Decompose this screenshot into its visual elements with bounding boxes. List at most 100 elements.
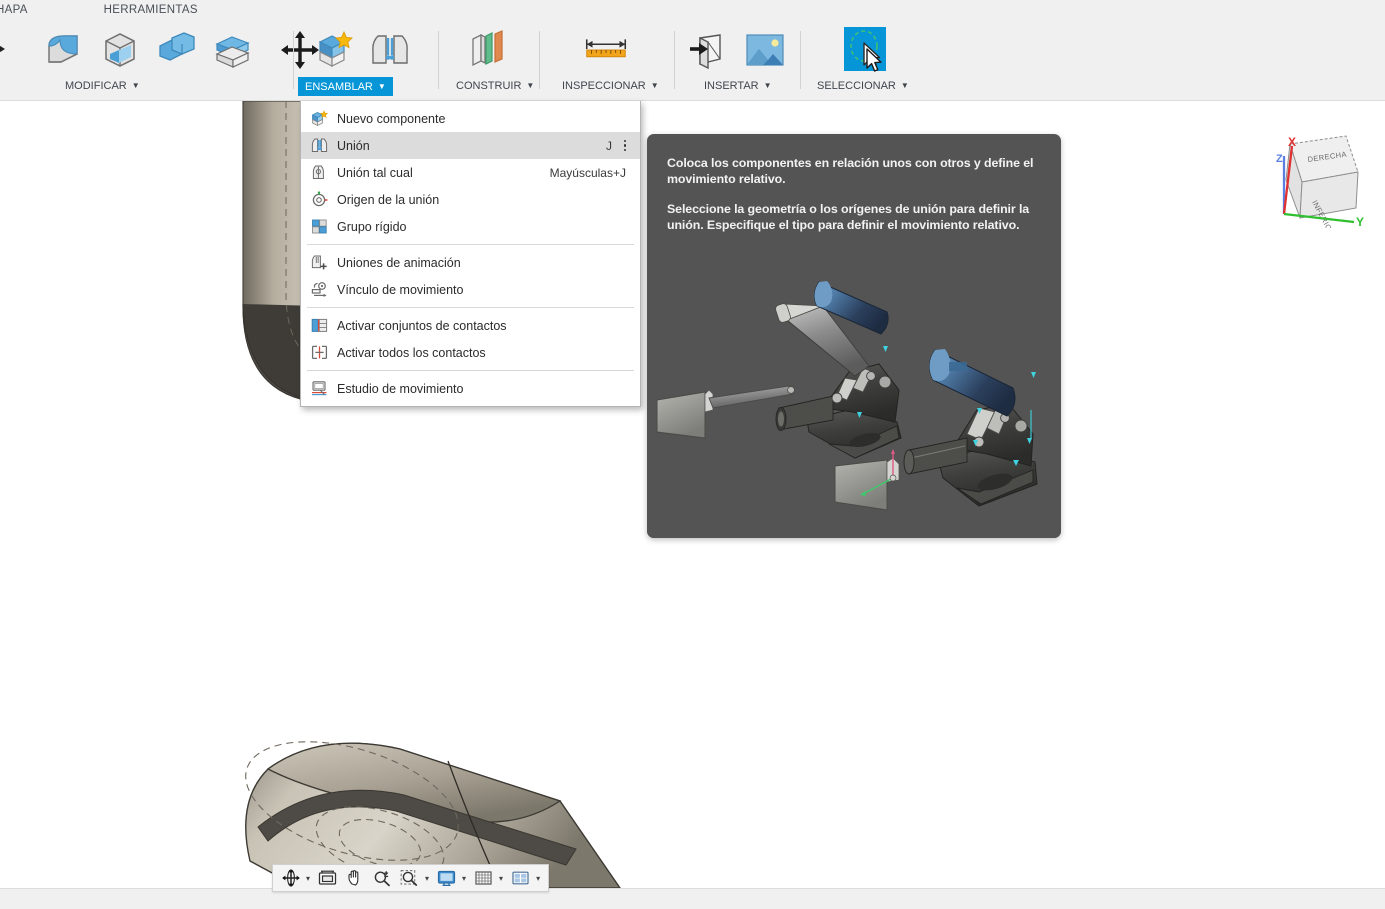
motion-link-icon [310,281,328,299]
fillet-icon[interactable] [38,25,90,75]
ribbon-panel-insertar: INSERTAR ▼ [675,21,799,100]
panel-label-text: ENSAMBLAR [305,80,373,93]
joint-icon [310,137,328,155]
ribbon-panel-label-seleccionar[interactable]: SELECCIONAR ▼ [810,77,916,95]
fit-view-icon[interactable] [314,866,341,890]
chevron-down-icon: ▼ [526,81,535,90]
zoom-icon[interactable] [369,866,395,890]
menu-item-nuevo-componente[interactable]: Nuevo componente [301,105,640,132]
ribbon-panel-label-modificar[interactable]: MODIFICAR ▼ [58,77,147,95]
menu-item-uniones-de-animacion[interactable]: Uniones de animación [301,249,640,276]
chevron-down-icon: ▼ [900,81,909,90]
model-lower-cylinder [245,741,621,888]
insert-derive-icon[interactable] [683,25,735,75]
menu-item-activar-conjuntos-de-contactos[interactable]: Activar conjuntos de contactos [301,312,640,339]
menu-separator-3 [307,370,634,371]
pan-icon[interactable] [342,866,368,890]
navigation-bar[interactable]: ▾ ▾ ▾ ▾ ▾ [272,864,550,892]
viewcube-axis-z: Z [1276,153,1283,165]
menu-item-shortcut: J [606,138,612,153]
chevron-down-icon: ▼ [131,81,140,90]
motion-study-icon [310,380,328,398]
menu-item-label: Origen de la unión [337,192,440,207]
panel-label-text: MODIFICAR [65,80,127,92]
tooltip-paragraph-1: Coloca los componentes en relación unos … [667,156,1034,186]
menu-item-grupo-rigido[interactable]: Grupo rígido [301,213,640,240]
orbit-caret-icon[interactable]: ▾ [305,874,313,883]
menu-item-overflow-icon[interactable] [618,139,632,152]
viewcube-axis-y: Y [1356,215,1364,228]
ribbon-panel-label-construir[interactable]: CONSTRUIR ▼ [449,77,541,95]
arrow-cursor [866,48,886,79]
menu-item-shortcut: Mayúsculas+J [549,165,626,180]
chevron-down-icon: ▼ [650,81,659,90]
measure-icon[interactable] [580,25,632,75]
ribbon-tab-herramientas[interactable]: HERRAMIENTAS [90,0,212,21]
menu-item-label: Unión [337,138,370,153]
command-tooltip: Coloca los componentes en relación unos … [647,134,1061,538]
menu-item-vinculo-de-movimiento[interactable]: Vínculo de movimiento [301,276,640,303]
ribbon-panel-label-insertar[interactable]: INSERTAR ▼ [697,77,779,95]
insert-image-icon[interactable] [739,25,791,75]
menu-item-label: Activar conjuntos de contactos [337,318,507,333]
construction-plane-icon[interactable] [461,25,513,75]
menu-item-union[interactable]: Unión J [301,132,640,159]
ribbon-panel-construir: CONSTRUIR ▼ [439,21,538,100]
view-cube[interactable]: DERECHA INFERIOR Z X Y [1262,122,1374,238]
timeline-strip [0,888,1385,909]
as-built-joint-icon [310,164,328,182]
menu-item-label: Unión tal cual [337,165,413,180]
menu-item-estudio-de-movimiento[interactable]: Estudio de movimiento [301,375,640,402]
menu-item-origen-de-la-union[interactable]: Origen de la unión [301,186,640,213]
chevron-down-icon: ▼ [763,81,772,90]
menu-item-union-tal-cual[interactable]: Unión tal cual Mayúsculas+J [301,159,640,186]
ribbon-panels: MODIFICAR ▼ ENSAMBLAR ▼ CONSTRUIR ▼ INSP… [0,21,1385,100]
menu-separator-2 [307,307,634,308]
viewports-caret-icon[interactable]: ▾ [535,874,543,883]
joint-icon[interactable] [364,25,416,75]
ribbon-panel-inspeccionar: INSPECCIONAR ▼ [540,21,672,100]
animate-joints-icon [310,254,328,272]
new-component-icon [310,110,328,128]
panel-label-text: INSERTAR [704,80,759,92]
combine-icon[interactable] [150,25,202,75]
menu-item-label: Nuevo componente [337,111,446,126]
fusion360-window: ▾ ▾ ▾ ▾ ▾ DERECHA INFERIOR Z X Y HAPA HE… [0,0,1385,909]
panel-label-text: CONSTRUIR [456,80,522,92]
panel-label-text: INSPECCIONAR [562,80,646,92]
enable-all-contact-icon [310,344,328,362]
ribbon-panel-modificar: MODIFICAR ▼ [0,21,319,100]
press-pull-icon[interactable] [0,25,34,75]
display-settings-icon[interactable] [433,866,460,890]
ribbon-panel-label-ensamblar[interactable]: ENSAMBLAR ▼ [298,77,393,96]
offset-face-icon[interactable] [206,25,258,75]
ensamblar-dropdown-menu[interactable]: Nuevo componente Unión J Unión tal cual … [300,101,641,407]
grid-snap-icon[interactable] [470,866,497,890]
chevron-down-icon: ▼ [377,81,386,91]
zoom-window-caret-icon[interactable]: ▾ [424,874,432,883]
orbit-icon[interactable] [278,866,304,890]
ribbon-tab-chapa[interactable]: HAPA [0,0,42,21]
viewcube-axis-x: X [1288,135,1296,149]
shell-icon[interactable] [94,25,146,75]
menu-separator-1 [307,244,634,245]
menu-item-label: Estudio de movimiento [337,381,464,396]
ribbon: HAPA HERRAMIENTAS MODIFICAR ▼ ENSAMBLAR … [0,0,1385,101]
menu-item-label: Grupo rígido [337,219,407,234]
grid-snap-caret-icon[interactable]: ▾ [498,874,506,883]
enable-contact-sets-icon [310,317,328,335]
ribbon-panel-ensamblar: ENSAMBLAR ▼ [294,21,437,100]
tooltip-paragraph-2: Seleccione la geometría o los orígenes d… [667,202,1030,232]
menu-item-activar-todos-los-contactos[interactable]: Activar todos los contactos [301,339,640,366]
joint-origin-icon [310,191,328,209]
zoom-window-icon[interactable] [396,866,423,890]
display-settings-caret-icon[interactable]: ▾ [461,874,469,883]
new-component-icon[interactable] [308,25,360,75]
toggle-clamp-joint-illustration [647,262,1061,538]
viewports-icon[interactable] [507,866,534,890]
panel-label-text: SELECCIONAR [817,80,896,92]
ribbon-panel-label-inspeccionar[interactable]: INSPECCIONAR ▼ [555,77,666,95]
menu-item-label: Uniones de animación [337,255,461,270]
ribbon-tab-bar[interactable]: HAPA HERRAMIENTAS [0,0,1385,21]
menu-item-label: Activar todos los contactos [337,345,486,360]
